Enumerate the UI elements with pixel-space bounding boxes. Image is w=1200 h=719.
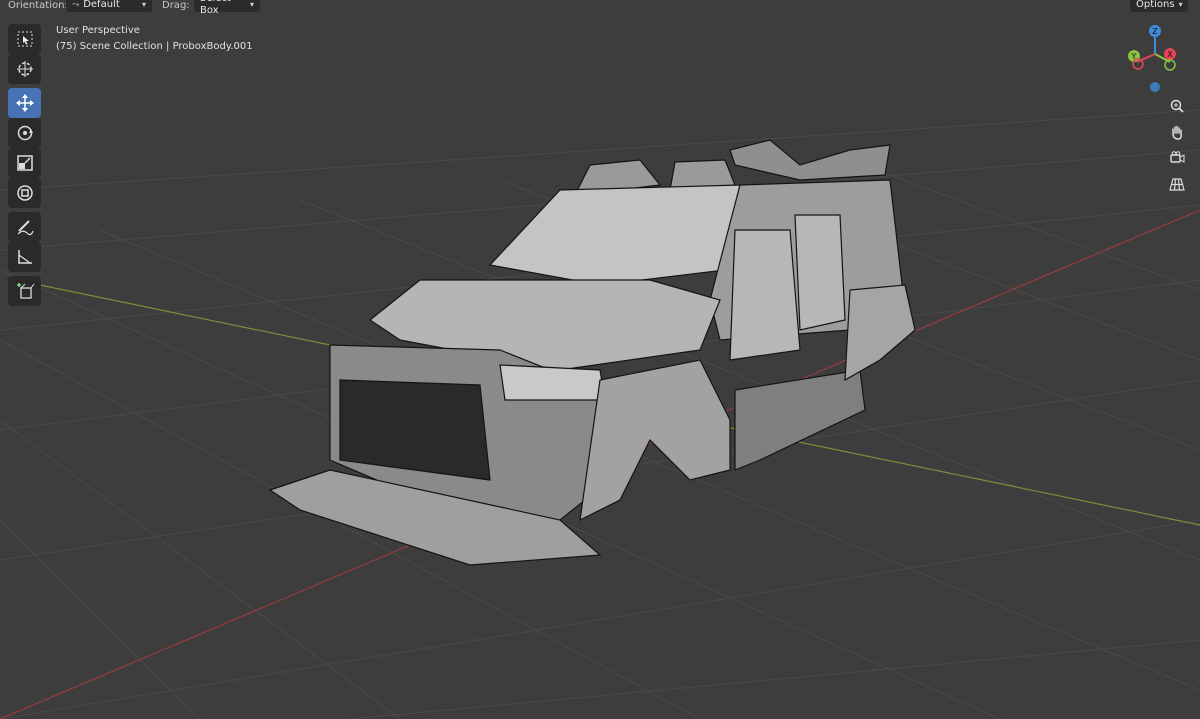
select-box-tool[interactable]: [8, 24, 41, 54]
z-axis-label: Z: [1152, 27, 1158, 36]
add-cube-icon: [16, 283, 34, 299]
annotate-tool[interactable]: [8, 212, 41, 242]
zoom-icon: [1170, 99, 1184, 113]
orientation-label: Orientation:: [8, 0, 68, 11]
drag-dropdown[interactable]: Select Box ▾: [194, 0, 260, 16]
transform-icon: [16, 185, 33, 201]
viewport-header: Orientation: ⤳ Default ▾ Drag: Select Bo…: [0, 0, 1200, 16]
move-tool[interactable]: [8, 88, 41, 118]
camera-view-button[interactable]: [1166, 147, 1188, 169]
select-box-icon: [17, 31, 32, 47]
navigation-gizmo[interactable]: Z Y X: [1120, 22, 1190, 94]
chevron-down-icon: ▾: [141, 0, 146, 9]
viewport-grid: [0, 109, 1200, 719]
options-label: Options: [1136, 0, 1175, 10]
viewport-info: User Perspective (75) Scene Collection |…: [56, 23, 253, 55]
orientation-dropdown[interactable]: ⤳ Default ▾: [66, 0, 152, 12]
measure-icon: [17, 250, 32, 264]
hand-pan-icon: [1172, 125, 1182, 140]
cursor-tool[interactable]: [8, 54, 41, 84]
rotate-icon: [17, 125, 33, 141]
chevron-down-icon: ▾: [1178, 0, 1183, 9]
orientation-value: Default: [83, 0, 120, 10]
annotate-icon: [17, 220, 34, 236]
rotate-tool[interactable]: [8, 118, 41, 148]
orientation-axes-icon: ⤳: [72, 0, 80, 10]
3d-viewport[interactable]: [0, 0, 1200, 719]
x-axis-label: X: [1167, 50, 1173, 59]
scale-tool[interactable]: [8, 148, 41, 178]
options-dropdown[interactable]: Options ▾: [1130, 0, 1188, 12]
neg-z-handle: [1150, 82, 1160, 92]
camera-icon: [1170, 151, 1185, 163]
zoom-button[interactable]: [1166, 95, 1188, 117]
pan-button[interactable]: [1166, 121, 1188, 143]
drag-value: Select Box: [200, 0, 231, 16]
perspective-toggle-button[interactable]: [1166, 173, 1188, 195]
add-cube-tool[interactable]: [8, 276, 41, 306]
drag-label: Drag:: [162, 0, 190, 11]
scale-icon: [16, 155, 33, 171]
collection-text: (75) Scene Collection | ProboxBody.001: [56, 41, 253, 52]
measure-tool[interactable]: [8, 242, 41, 272]
cursor-icon: [16, 61, 33, 77]
grid-perspective-icon: [1169, 178, 1185, 191]
move-icon: [15, 94, 34, 112]
transform-tool[interactable]: [8, 178, 41, 208]
chevron-down-icon: ▾: [249, 0, 254, 9]
car-wireframe-model: [268, 139, 916, 566]
perspective-text: User Perspective: [56, 25, 140, 36]
